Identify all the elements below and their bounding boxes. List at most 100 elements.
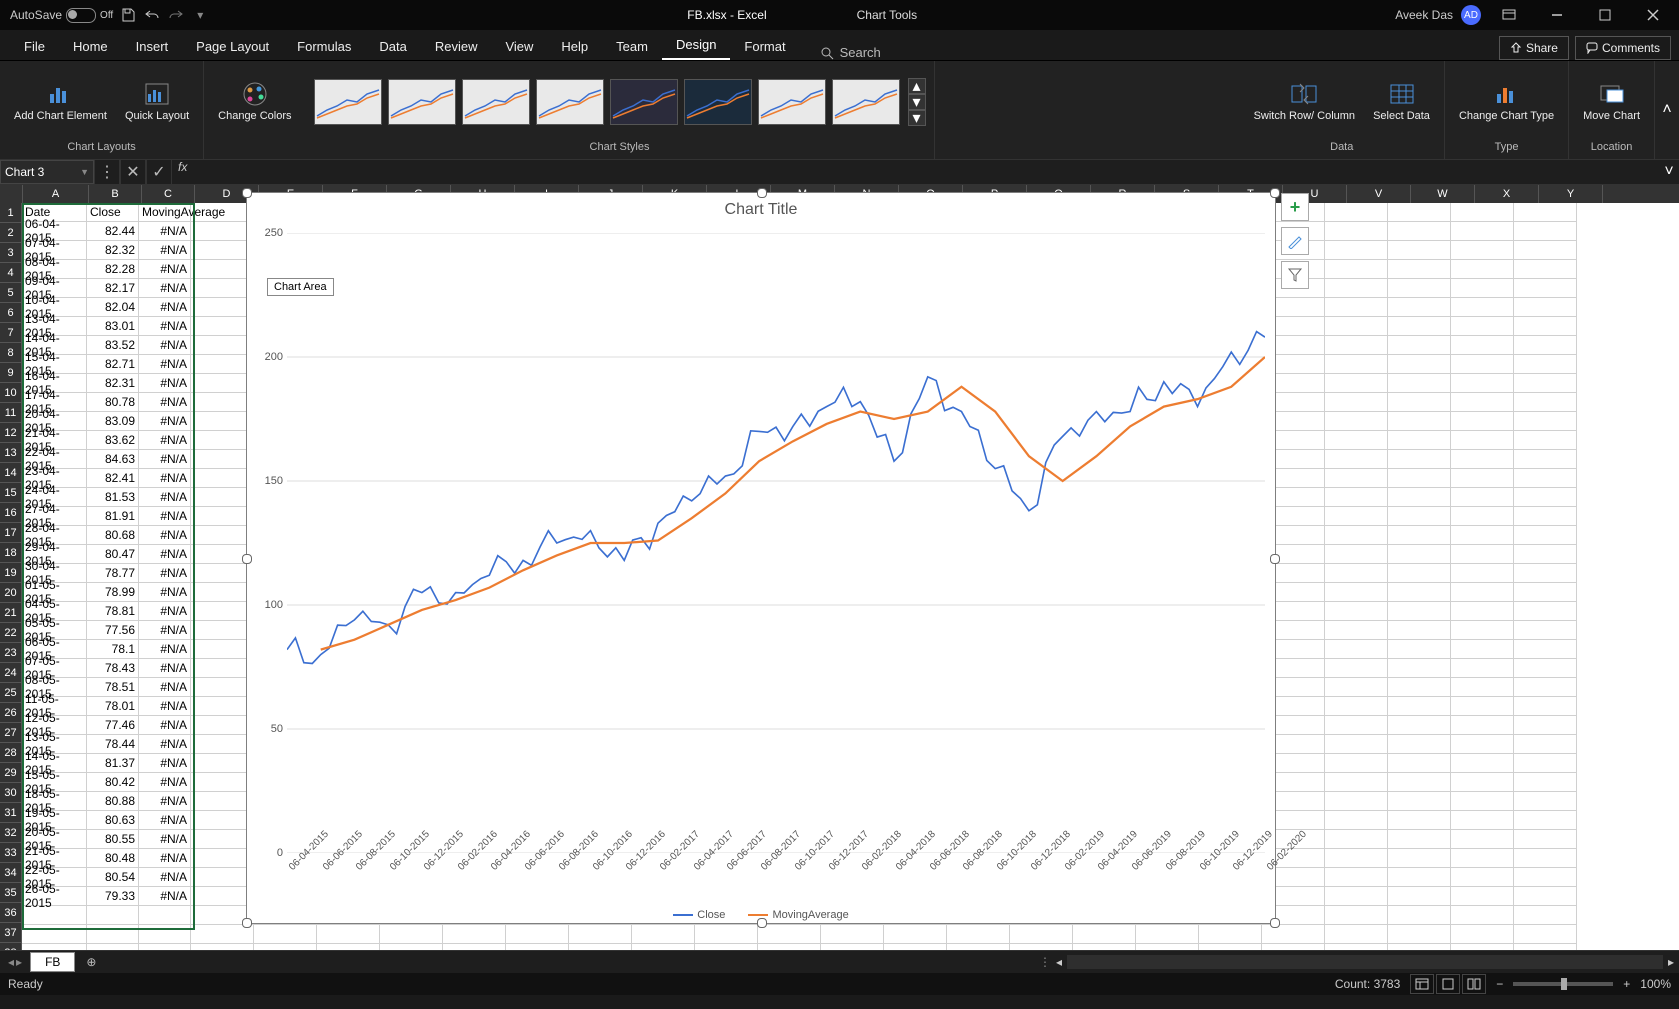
column-header[interactable]: A [23,185,89,204]
cell[interactable]: 80.88 [87,792,139,811]
cell[interactable] [1514,526,1577,545]
cell[interactable]: 83.62 [87,431,139,450]
cell[interactable] [1325,564,1388,583]
cell[interactable] [1388,393,1451,412]
row-header[interactable]: 24 [0,663,22,683]
cell[interactable] [191,431,254,450]
cell[interactable] [1514,678,1577,697]
cell[interactable] [1514,906,1577,925]
cell[interactable] [1388,545,1451,564]
cell[interactable] [1325,507,1388,526]
cell[interactable] [1451,754,1514,773]
cell[interactable] [758,925,821,944]
cell[interactable] [1514,735,1577,754]
cell[interactable]: #N/A [139,678,191,697]
cell[interactable]: #N/A [139,773,191,792]
cell[interactable]: #N/A [139,887,191,906]
cell[interactable] [1388,621,1451,640]
row-header[interactable]: 18 [0,543,22,563]
switch-row-column-button[interactable]: Switch Row/ Column [1248,78,1361,125]
cell[interactable]: #N/A [139,640,191,659]
row-header[interactable]: 34 [0,863,22,883]
cell[interactable] [1388,469,1451,488]
cell[interactable] [1325,849,1388,868]
cell[interactable]: 80.55 [87,830,139,849]
cell[interactable]: 82.28 [87,260,139,279]
row-header[interactable]: 5 [0,283,22,303]
cell[interactable] [1325,925,1388,944]
zoom-slider[interactable] [1513,982,1613,986]
cell[interactable] [1388,697,1451,716]
cell[interactable] [1388,298,1451,317]
cell[interactable] [1325,773,1388,792]
cell[interactable] [1451,355,1514,374]
cell[interactable]: #N/A [139,450,191,469]
row-header[interactable]: 2 [0,223,22,243]
cell[interactable] [1325,431,1388,450]
cell[interactable]: Close [87,203,139,222]
cell[interactable] [191,868,254,887]
cell[interactable] [1388,412,1451,431]
row-header[interactable]: 23 [0,643,22,663]
cell[interactable]: #N/A [139,241,191,260]
cell[interactable] [380,925,443,944]
cell[interactable] [1451,336,1514,355]
column-header[interactable]: C [142,185,195,204]
cell[interactable] [1514,431,1577,450]
cell[interactable]: #N/A [139,564,191,583]
row-header[interactable]: 12 [0,423,22,443]
cell[interactable]: #N/A [139,469,191,488]
cell[interactable] [884,925,947,944]
cell[interactable] [191,811,254,830]
cell[interactable]: #N/A [139,298,191,317]
cell[interactable] [1388,754,1451,773]
cell[interactable]: #N/A [139,754,191,773]
cell[interactable] [1325,754,1388,773]
cell[interactable]: #N/A [139,868,191,887]
name-box-expand-icon[interactable]: ⋮ [94,160,120,184]
cell[interactable] [191,298,254,317]
cell[interactable] [1325,735,1388,754]
cell[interactable]: 78.51 [87,678,139,697]
series-movingaverage[interactable] [321,357,1265,650]
cell[interactable] [1514,393,1577,412]
cell[interactable] [947,925,1010,944]
cell[interactable]: #N/A [139,583,191,602]
view-page-break-icon[interactable] [1462,974,1486,994]
cell[interactable]: 82.04 [87,298,139,317]
row-header[interactable]: 38 [0,943,22,950]
cell[interactable] [87,906,139,925]
cell[interactable] [191,849,254,868]
row-header[interactable]: 7 [0,323,22,343]
avatar[interactable]: AD [1461,5,1481,25]
cell[interactable] [1451,773,1514,792]
cell[interactable] [821,925,884,944]
row-header[interactable]: 26 [0,703,22,723]
cell[interactable] [1514,336,1577,355]
cell[interactable] [1451,488,1514,507]
cell[interactable] [1388,526,1451,545]
tab-formulas[interactable]: Formulas [283,33,365,60]
cell[interactable] [191,317,254,336]
cell[interactable] [1451,716,1514,735]
cell[interactable] [1325,279,1388,298]
cell[interactable]: 78.81 [87,602,139,621]
row-header[interactable]: 11 [0,403,22,423]
cell[interactable] [1451,925,1514,944]
cell[interactable] [1388,716,1451,735]
cell[interactable] [1388,811,1451,830]
cell[interactable]: #N/A [139,431,191,450]
cell[interactable] [1451,640,1514,659]
cell[interactable] [1325,868,1388,887]
cell[interactable] [1136,925,1199,944]
cell[interactable] [1325,583,1388,602]
chart-style-thumb[interactable] [314,79,382,125]
cell[interactable] [1325,450,1388,469]
cell[interactable]: #N/A [139,830,191,849]
cell[interactable] [1514,583,1577,602]
row-header[interactable]: 4 [0,263,22,283]
cell[interactable] [1262,925,1325,944]
cell[interactable]: 82.71 [87,355,139,374]
cell[interactable] [1388,507,1451,526]
change-colors-button[interactable]: Change Colors [212,78,297,125]
